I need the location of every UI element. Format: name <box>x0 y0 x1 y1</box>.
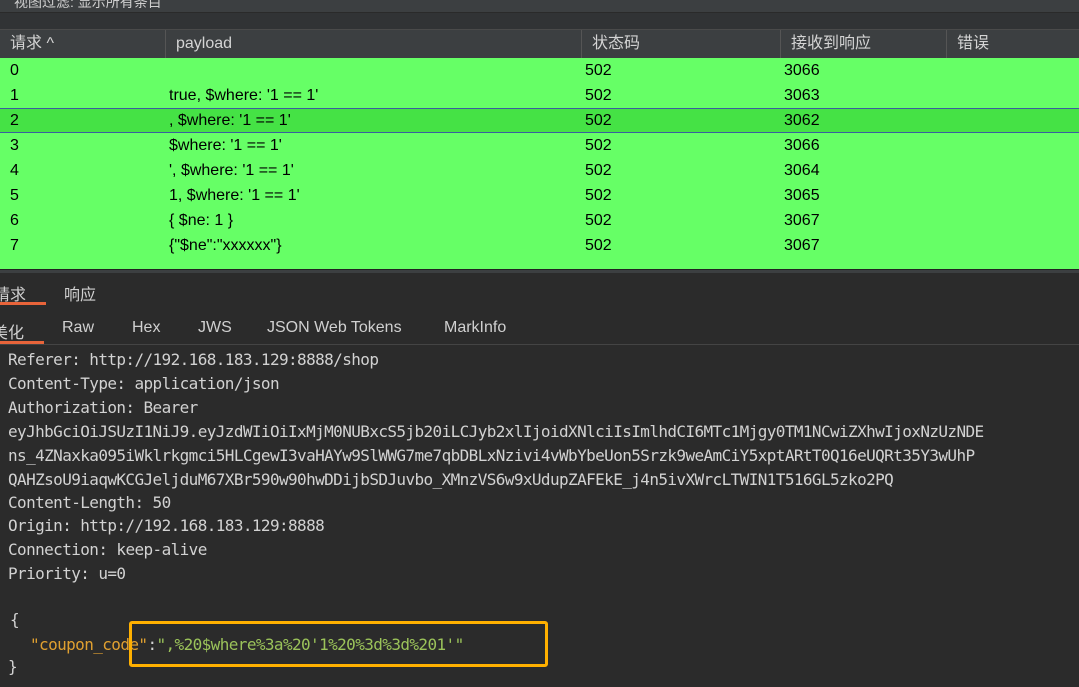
request-response-tabs: 请求 响应 <box>0 273 1079 305</box>
table-row-partial[interactable] <box>0 258 1079 269</box>
column-header-payload[interactable]: payload <box>166 30 582 58</box>
header-line-referer: Referer: http://192.168.183.129:8888/sho… <box>8 350 379 369</box>
cell-status: 502 <box>585 137 612 154</box>
column-header-error[interactable]: 错误 <box>947 30 1079 58</box>
json-open-brace: { <box>10 610 20 629</box>
header-key: Content-Length: <box>8 493 144 512</box>
spacer <box>0 13 1079 29</box>
token-line-2: ns_4ZNaxka095iWklrkgmci5HLCgewI3vaHAYw9S… <box>8 446 975 465</box>
cell-received: 3066 <box>784 137 820 154</box>
header-key: Content-Type: <box>8 374 126 393</box>
cell-payload: $where: '1 == 1' <box>169 137 282 154</box>
highlight-box <box>129 621 548 667</box>
tab-jwt[interactable]: JSON Web Tokens <box>267 319 402 337</box>
cell-payload: ', $where: '1 == 1' <box>169 162 294 179</box>
table-row[interactable]: 7 {"$ne":"xxxxxx"} 502 3067 <box>0 233 1079 258</box>
column-header-status[interactable]: 状态码 <box>582 30 781 58</box>
cell-status: 502 <box>585 212 612 229</box>
cell-request: 4 <box>10 162 19 179</box>
table-row[interactable]: 1 true, $where: '1 == 1' 502 3063 <box>0 83 1079 108</box>
active-tab-indicator <box>0 302 46 305</box>
cell-request: 6 <box>10 212 19 229</box>
cell-payload: true, $where: '1 == 1' <box>169 87 319 104</box>
header-key: Priority: <box>8 564 90 583</box>
cell-received: 3062 <box>784 112 820 129</box>
table-row[interactable]: 6 { $ne: 1 } 502 3067 <box>0 208 1079 233</box>
header-line-connection: Connection: keep-alive <box>8 540 207 559</box>
cell-payload: { $ne: 1 } <box>169 212 234 229</box>
tab-jws[interactable]: JWS <box>198 319 232 337</box>
tab-pretty[interactable]: 美化 <box>0 319 24 343</box>
table-row[interactable]: 3 $where: '1 == 1' 502 3066 <box>0 133 1079 158</box>
cell-status: 502 <box>585 62 612 79</box>
header-value: application/json <box>125 374 279 393</box>
cell-status: 502 <box>585 87 612 104</box>
token-line-1: eyJhbGciOiJSUzI1NiJ9.eyJzdWIiOiIxMjM0NUB… <box>8 422 984 441</box>
cell-payload: 1, $where: '1 == 1' <box>169 187 300 204</box>
filter-bar[interactable]: 视图过滤: 显示所有条目 <box>0 0 1079 13</box>
request-editor[interactable]: Referer: http://192.168.183.129:8888/sho… <box>0 345 1079 687</box>
cell-request: 0 <box>10 62 19 79</box>
header-value: keep-alive <box>107 540 207 559</box>
header-value: http://192.168.183.129:8888/shop <box>80 350 379 369</box>
cell-request: 5 <box>10 187 19 204</box>
cell-request: 7 <box>10 237 19 254</box>
header-value: 50 <box>143 493 172 512</box>
cell-received: 3065 <box>784 187 820 204</box>
tab-raw[interactable]: Raw <box>62 319 94 337</box>
cell-status: 502 <box>585 112 612 129</box>
results-table: 0 502 3066 1 true, $where: '1 == 1' 502 … <box>0 58 1079 269</box>
tab-response[interactable]: 响应 <box>64 281 96 305</box>
header-key: Referer: <box>8 350 81 369</box>
cell-payload: , $where: '1 == 1' <box>169 112 291 129</box>
cell-status: 502 <box>585 237 612 254</box>
header-line-authorization: Authorization: Bearer <box>8 398 198 417</box>
cell-payload: {"$ne":"xxxxxx"} <box>169 237 282 254</box>
cell-received: 3064 <box>784 162 820 179</box>
cell-request: 2 <box>10 112 19 129</box>
header-key: Authorization: <box>8 398 135 417</box>
column-header-request[interactable]: 请求 ^ <box>0 30 166 58</box>
cell-received: 3063 <box>784 87 820 104</box>
cell-received: 3067 <box>784 237 820 254</box>
cell-status: 502 <box>585 162 612 179</box>
cell-request: 1 <box>10 87 19 104</box>
column-header-received[interactable]: 接收到响应 <box>781 30 947 58</box>
cell-status: 502 <box>585 187 612 204</box>
header-value: u=0 <box>89 564 126 583</box>
results-table-header: 请求 ^ payload 状态码 接收到响应 错误 <box>0 29 1079 59</box>
header-key: Connection: <box>8 540 108 559</box>
header-key: Origin: <box>8 516 72 535</box>
table-row-selected[interactable]: 2 , $where: '1 == 1' 502 3062 <box>0 108 1079 133</box>
token-line-3: QAHZsoU9iaqwKCGJeljduM67XBr590w90hwDDijb… <box>8 470 894 489</box>
cell-received: 3067 <box>784 212 820 229</box>
tab-hex[interactable]: Hex <box>132 319 160 337</box>
header-value: http://192.168.183.129:8888 <box>71 516 325 535</box>
cell-request: 3 <box>10 137 19 154</box>
filter-text[interactable]: 视图过滤: 显示所有条目 <box>14 0 162 12</box>
header-line-priority: Priority: u=0 <box>8 564 126 583</box>
header-line-content-type: Content-Type: application/json <box>8 374 280 393</box>
cell-received: 3066 <box>784 62 820 79</box>
view-mode-tabs: 美化 Raw Hex JWS JSON Web Tokens MarkInfo <box>0 306 1079 345</box>
table-row[interactable]: 0 502 3066 <box>0 58 1079 83</box>
header-line-content-length: Content-Length: 50 <box>8 493 171 512</box>
header-value: Bearer <box>134 398 199 417</box>
json-close-brace: } <box>8 657 18 676</box>
active-view-indicator <box>0 341 44 344</box>
tab-markinfo[interactable]: MarkInfo <box>444 319 506 337</box>
table-row[interactable]: 5 1, $where: '1 == 1' 502 3065 <box>0 183 1079 208</box>
table-row[interactable]: 4 ', $where: '1 == 1' 502 3064 <box>0 158 1079 183</box>
header-line-origin: Origin: http://192.168.183.129:8888 <box>8 516 325 535</box>
